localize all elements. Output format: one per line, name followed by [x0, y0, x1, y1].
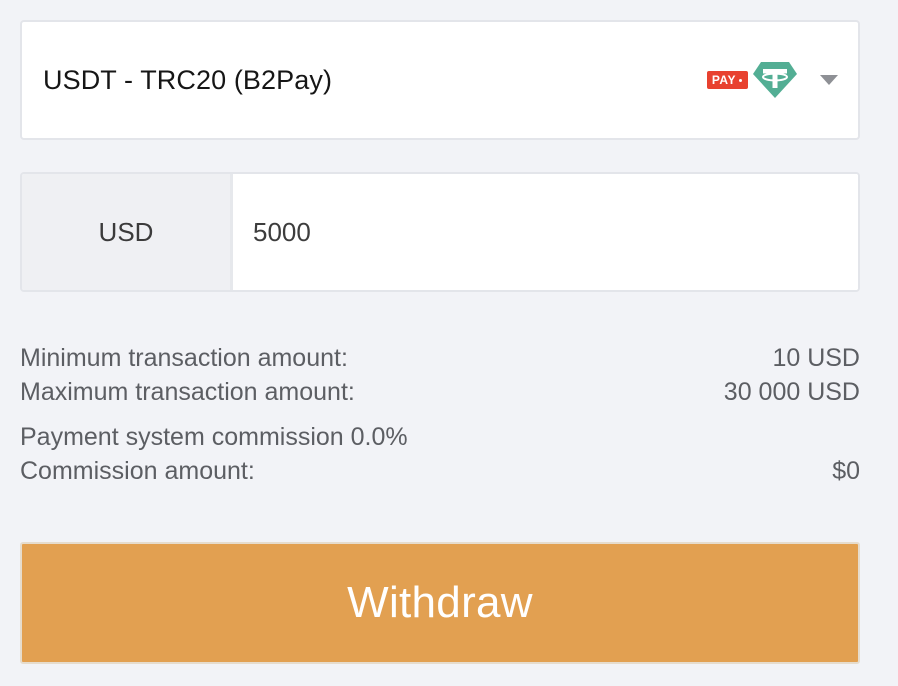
commission-amount-row: Commission amount: $0 — [20, 451, 860, 491]
commission-amount-value: $0 — [832, 457, 860, 485]
amount-row: USD — [20, 172, 860, 292]
payment-method-select[interactable]: USDT - TRC20 (B2Pay) PAY — [20, 20, 860, 140]
amount-input[interactable] — [233, 174, 858, 290]
currency-label: USD — [22, 174, 233, 290]
pay-badge-text: PAY — [711, 73, 736, 87]
max-amount-value: 30 000 USD — [723, 378, 860, 406]
withdraw-form: USDT - TRC20 (B2Pay) PAY USD Minimum tra… — [20, 20, 860, 491]
transaction-info: Minimum transaction amount: 10 USD Maxim… — [20, 338, 860, 491]
payment-method-icons: PAY — [706, 61, 798, 99]
pay-badge-icon: PAY — [706, 71, 748, 89]
tether-icon — [752, 61, 798, 99]
max-amount-row: Maximum transaction amount: 30 000 USD — [20, 372, 860, 412]
withdraw-button[interactable]: Withdraw — [20, 542, 860, 664]
max-amount-label: Maximum transaction amount: — [20, 378, 355, 406]
payment-method-label: USDT - TRC20 (B2Pay) — [43, 64, 333, 95]
commission-amount-label: Commission amount: — [20, 457, 255, 485]
chevron-down-icon[interactable] — [820, 75, 838, 85]
